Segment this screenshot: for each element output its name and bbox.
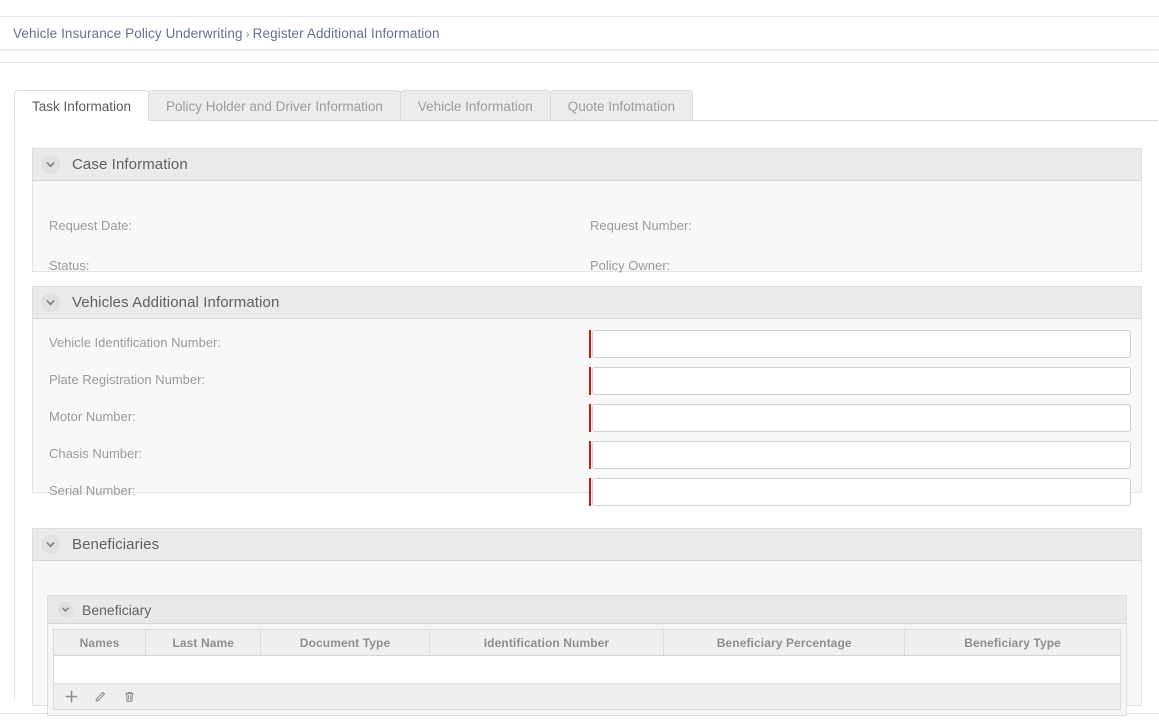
label-serial-number: Serial Number: — [49, 483, 136, 498]
field-request-number-label: Request Number: — [590, 218, 692, 233]
section-header-beneficiaries[interactable]: Beneficiaries — [32, 528, 1142, 561]
plus-icon[interactable] — [64, 689, 79, 704]
input-serial-number[interactable] — [592, 478, 1131, 506]
breadcrumb: Vehicle Insurance Policy Underwriting › Re… — [0, 26, 440, 41]
section-header-case-information[interactable]: Case Information — [32, 148, 1142, 181]
label-plate-registration-number: Plate Registration Number: — [49, 372, 206, 387]
panel-title-beneficiary: Beneficiary — [82, 601, 152, 618]
tab-vehicle-information[interactable]: Vehicle Information — [399, 90, 551, 121]
input-motor-number[interactable] — [592, 404, 1131, 432]
beneficiary-grid-toolbar — [54, 684, 1120, 709]
table-header-row: Names Last Name Document Type Identifica… — [54, 630, 1120, 656]
form-row-serial-number: Serial Number: — [33, 478, 1141, 506]
panel-beneficiary: Beneficiary Names Last Name Document Typ… — [47, 595, 1127, 716]
section-case-information: Case Information Request Date: Request N… — [32, 148, 1142, 273]
pencil-icon[interactable] — [93, 689, 108, 704]
column-header-beneficiary-percentage[interactable]: Beneficiary Percentage — [663, 630, 906, 656]
section-title-vehicles-additional-information: Vehicles Additional Information — [72, 294, 280, 311]
beneficiary-grid: Names Last Name Document Type Identifica… — [53, 629, 1121, 710]
section-body-vehicles-additional-information: Vehicle Identification Number: Plate Reg… — [32, 319, 1142, 506]
input-plate-registration-number[interactable] — [592, 367, 1131, 395]
tab-quote-infotmation[interactable]: Quote Infotmation — [549, 90, 694, 121]
section-title-case-information: Case Information — [72, 156, 188, 173]
breadcrumb-root[interactable]: Vehicle Insurance Policy Underwriting — [13, 26, 243, 41]
input-vehicle-identification-number[interactable] — [592, 330, 1131, 358]
form-row-plate-registration-number: Plate Registration Number: — [33, 367, 1141, 395]
breadcrumb-separator: › — [245, 26, 250, 41]
table-body — [54, 655, 1120, 684]
column-header-identification-number[interactable]: Identification Number — [429, 630, 665, 656]
chevron-down-icon[interactable] — [41, 155, 60, 174]
empty-state-cell — [54, 655, 1120, 684]
chevron-down-icon[interactable] — [41, 293, 60, 312]
required-marker — [589, 441, 591, 469]
section-header-vehicles-additional-information[interactable]: Vehicles Additional Information — [32, 286, 1142, 319]
required-marker — [589, 330, 591, 358]
label-chasis-number: Chasis Number: — [49, 446, 143, 461]
label-vehicle-identification-number: Vehicle Identification Number: — [49, 335, 221, 350]
chevron-down-icon[interactable] — [41, 535, 60, 554]
field-request-date-label: Request Date: — [49, 218, 133, 233]
tab-panel-task-information: Case Information Request Date: Request N… — [14, 120, 1158, 716]
column-header-beneficiary-type[interactable]: Beneficiary Type — [904, 630, 1120, 656]
breadcrumb-bar: Vehicle Insurance Policy Underwriting › Re… — [0, 16, 1159, 50]
form-row-motor-number: Motor Number: — [33, 404, 1141, 432]
column-header-names[interactable]: Names — [54, 630, 147, 656]
tab-policy-holder-and-driver-information[interactable]: Policy Holder and Driver Information — [148, 90, 401, 121]
table-row-empty — [54, 655, 1120, 684]
section-title-beneficiaries: Beneficiaries — [72, 536, 160, 553]
form-row-vehicle-identification-number: Vehicle Identification Number: — [33, 330, 1141, 358]
section-body-case-information: Request Date: Request Number: Status: Po… — [32, 181, 1142, 273]
panel-header-beneficiary[interactable]: Beneficiary — [48, 596, 1126, 624]
breadcrumb-current: Register Additional Information — [252, 25, 440, 41]
tabstrip: Task Information Policy Holder and Drive… — [14, 89, 694, 121]
beneficiary-table: Names Last Name Document Type Identifica… — [54, 630, 1120, 684]
chevron-down-icon[interactable] — [58, 602, 73, 617]
form-row-chasis-number: Chasis Number: — [33, 441, 1141, 469]
input-chasis-number[interactable] — [592, 441, 1131, 469]
column-header-document-type[interactable]: Document Type — [260, 630, 430, 656]
page-panel: Task Information Policy Holder and Drive… — [0, 62, 1159, 716]
field-status-label: Status: — [49, 258, 90, 273]
section-vehicles-additional-information: Vehicles Additional Information Vehicle … — [32, 286, 1142, 506]
field-policy-owner-label: Policy Owner: — [590, 258, 671, 273]
required-marker — [589, 478, 591, 506]
required-marker — [589, 404, 591, 432]
label-motor-number: Motor Number: — [49, 409, 136, 424]
column-header-last-name[interactable]: Last Name — [145, 630, 262, 656]
section-body-beneficiaries: Beneficiary Names Last Name Document Typ… — [32, 561, 1142, 716]
trash-icon[interactable] — [122, 689, 137, 704]
tab-task-information[interactable]: Task Information — [14, 90, 150, 121]
required-marker — [589, 367, 591, 395]
section-beneficiaries: Beneficiaries Beneficiary Names Last Nam… — [32, 528, 1142, 716]
